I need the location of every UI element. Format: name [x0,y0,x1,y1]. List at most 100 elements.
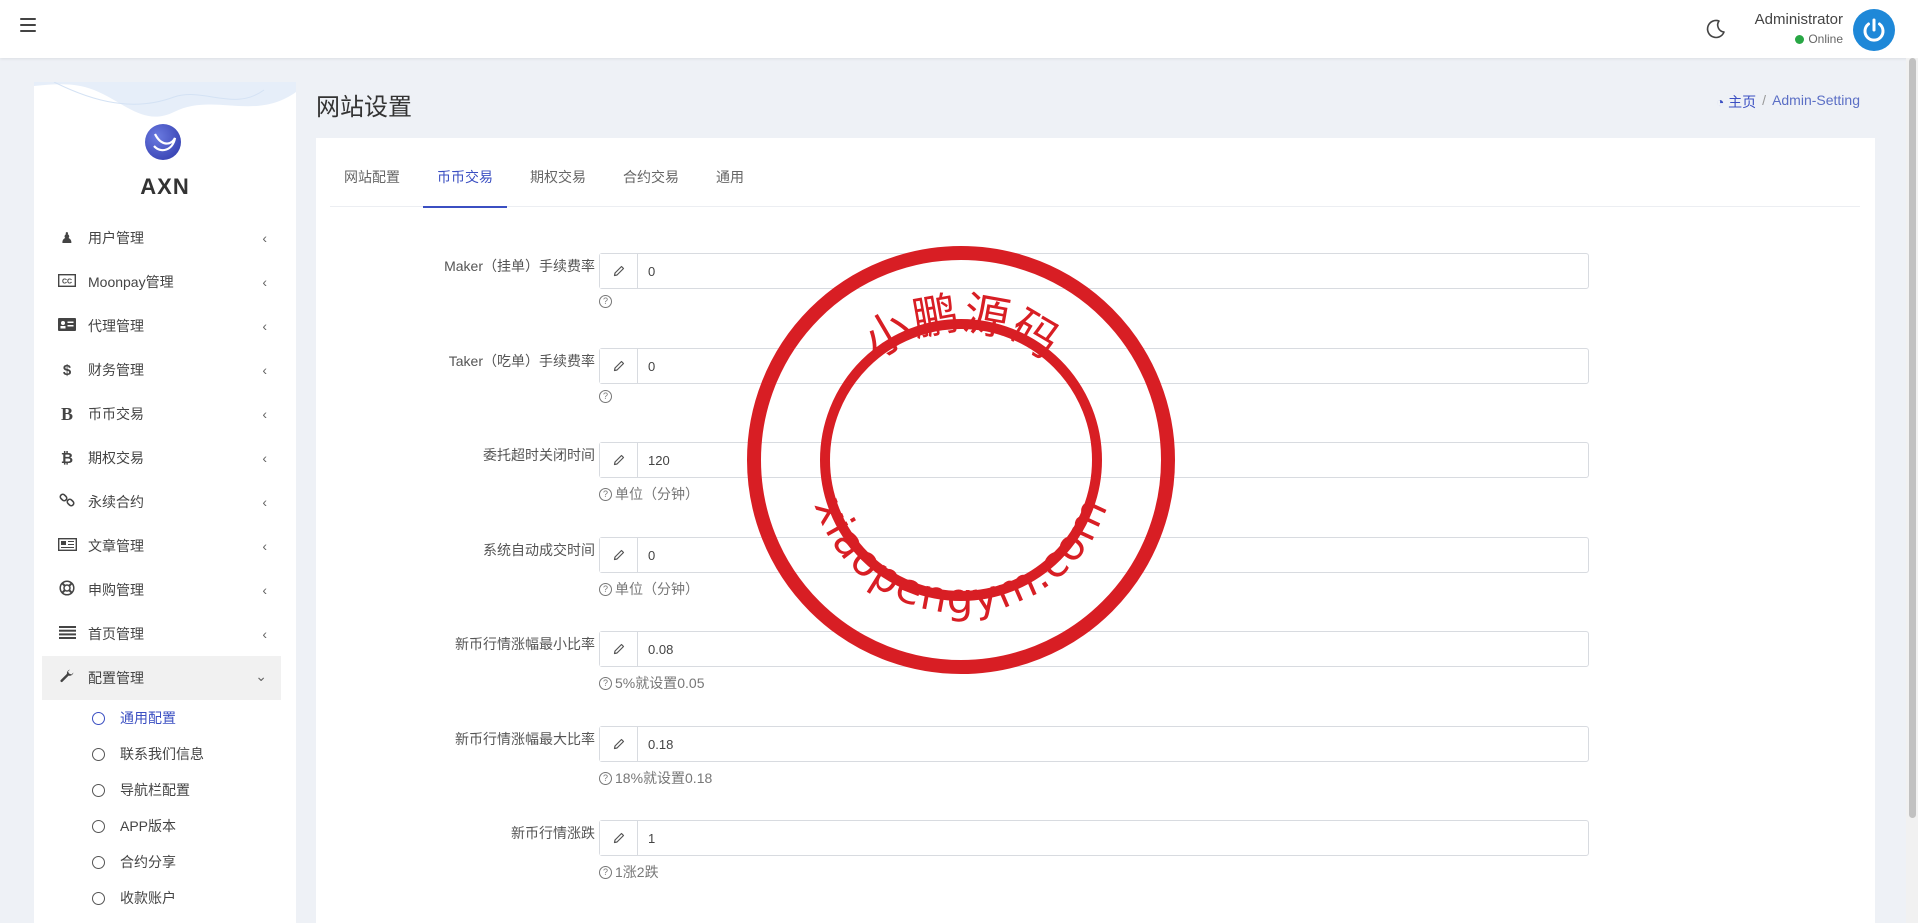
newspaper-icon [56,537,78,555]
tab-site-config[interactable]: 网站配置 [330,150,414,207]
chevron-left-icon: ‹ [262,626,267,642]
question-circle-icon: ? [599,676,612,690]
min-rise-rate-help: ? 5%就设置0.05 [599,673,704,693]
sidebar-subitem-label: 合约分享 [120,854,176,870]
maker-fee-input-group [599,253,1589,289]
pencil-icon [600,538,638,572]
sidebar-item-label: 期权交易 [88,450,144,466]
circle-icon [92,783,105,797]
tab-spot-trading[interactable]: 币币交易 [423,150,507,208]
hamburger-menu-icon[interactable] [20,18,36,32]
power-icon [1863,18,1885,42]
dollar-icon: $ [62,361,72,379]
top-navbar: Administrator Online [0,0,1918,58]
sidebar-item-label: 文章管理 [88,538,144,554]
circle-icon [92,747,105,761]
pencil-icon [600,349,638,383]
order-timeout-input-group [599,442,1589,478]
sidebar-subitem-contract-share[interactable]: 合约分享 [42,844,281,880]
sidebar-item-label: 币币交易 [88,406,144,422]
avatar[interactable] [1853,9,1895,51]
page-scrollbar[interactable] [1906,58,1918,923]
scrollbar-thumb[interactable] [1909,58,1916,818]
bitcoin-icon: ₿ [60,449,74,467]
logo-text: AXN [140,174,190,199]
sidebar: AXN ♟ 用户管理 ‹ CC Moonpay管理 ‹ 代理管理 ‹ $ 财务管… [34,82,296,923]
breadcrumb-home[interactable]: ◔ 主页 [1716,92,1756,112]
sidebar-subitem-label: 收款账户 [120,890,176,906]
taker-fee-input-group [599,348,1589,384]
rise-fall-input-group [599,820,1589,856]
breadcrumb-current: Admin-Setting [1772,92,1860,108]
taker-fee-input[interactable] [638,349,1588,383]
sidebar-item-finance[interactable]: $ 财务管理 ‹ [42,348,281,392]
circle-icon [92,891,105,905]
pencil-icon [600,821,638,855]
help-text: 5%就设置0.05 [615,675,705,691]
sidebar-item-homepage[interactable]: 首页管理 ‹ [42,612,281,656]
question-circle-icon: ? [599,771,612,785]
min-rise-rate-label: 新币行情涨幅最小比率 [455,636,595,652]
help-text: 18%就设置0.18 [615,770,713,786]
moon-icon[interactable] [1704,17,1728,41]
pencil-icon [600,632,638,666]
sidebar-subitem-label: 联系我们信息 [120,746,204,762]
sidebar-item-options[interactable]: ₿ 期权交易 ‹ [42,436,281,480]
sidebar-item-articles[interactable]: 文章管理 ‹ [42,524,281,568]
order-timeout-input[interactable] [638,443,1588,477]
sidebar-subitem-app-version[interactable]: APP版本 [42,808,281,844]
auto-fill-time-input[interactable] [638,538,1588,572]
settings-card: 网站配置 币币交易 期权交易 合约交易 通用 Maker（挂单）手续费率 ? T… [316,138,1875,923]
logo-icon [145,124,181,160]
id-card-icon [56,317,78,335]
max-rise-rate-input[interactable] [638,727,1588,761]
max-rise-rate-help: ? 18%就设置0.18 [599,768,712,788]
chevron-left-icon: ‹ [262,318,267,334]
sidebar-item-label: 永续合约 [88,494,144,510]
help-text: 单位（分钟） [615,581,699,597]
sidebar-subitem-contact-us[interactable]: 联系我们信息 [42,736,281,772]
tab-general[interactable]: 通用 [702,150,758,207]
breadcrumb-home-label: 主页 [1728,94,1757,110]
sidebar-subitem-general-config[interactable]: 通用配置 [42,700,281,736]
tab-options-trading[interactable]: 期权交易 [516,150,600,207]
sidebar-item-config[interactable]: 配置管理 ⌄ [42,656,281,700]
chevron-left-icon: ‹ [262,230,267,246]
sidebar-item-user-management[interactable]: ♟ 用户管理 ‹ [42,216,281,260]
rise-fall-label: 新币行情涨跌 [511,825,595,841]
sidebar-item-perpetual[interactable]: 永续合约 ‹ [42,480,281,524]
sidebar-subitem-payment-account[interactable]: 收款账户 [42,880,281,916]
chevron-left-icon: ‹ [262,494,267,510]
auto-fill-time-label: 系统自动成交时间 [483,542,595,558]
circle-icon [92,711,105,725]
sidebar-subitem-nav-config[interactable]: 导航栏配置 [42,772,281,808]
sidebar-subitem-label: APP版本 [120,818,177,834]
min-rise-rate-input[interactable] [638,632,1588,666]
sidebar-item-label: 配置管理 [88,670,144,686]
sidebar-item-spot-trading[interactable]: B 币币交易 ‹ [42,392,281,436]
taker-fee-help: ? [599,390,615,403]
rise-fall-help: ? 1涨2跌 [599,862,659,882]
chevron-left-icon: ‹ [262,450,267,466]
sidebar-item-label: 申购管理 [88,582,144,598]
chevron-down-icon: ⌄ [255,668,267,684]
tab-contract-trading[interactable]: 合约交易 [609,150,693,207]
settings-tabs: 网站配置 币币交易 期权交易 合约交易 通用 [330,150,1860,208]
bold-b-icon: B [60,403,73,424]
sidebar-item-label: 首页管理 [88,626,144,642]
question-circle-icon: ? [599,487,612,501]
rise-fall-input[interactable] [638,821,1588,855]
sidebar-item-label: 用户管理 [88,230,144,246]
wrench-icon [56,668,78,688]
question-circle-icon: ? [599,295,612,308]
circle-icon [92,855,105,869]
order-timeout-label: 委托超时关闭时间 [483,447,595,463]
user-name[interactable]: Administrator [1755,11,1843,28]
sidebar-item-moonpay[interactable]: CC Moonpay管理 ‹ [42,260,281,304]
pencil-icon [600,254,638,288]
sidebar-subitem-label: 通用配置 [120,710,176,726]
sidebar-item-agent[interactable]: 代理管理 ‹ [42,304,281,348]
maker-fee-label: Maker（挂单）手续费率 [444,258,595,274]
sidebar-item-subscription[interactable]: 申购管理 ‹ [42,568,281,612]
maker-fee-input[interactable] [638,254,1588,288]
